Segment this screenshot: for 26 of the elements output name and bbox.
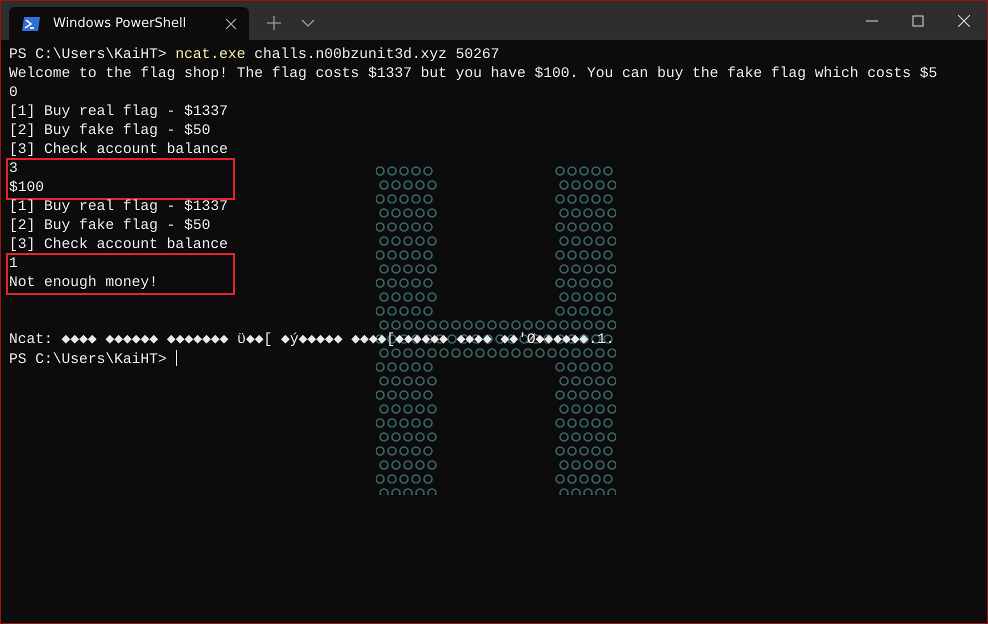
new-tab-icon[interactable] xyxy=(267,16,281,30)
dropdown-icon[interactable] xyxy=(301,19,315,27)
output-line: Ncat: ◆◆◆◆ ◆◆◆◆◆◆ ◆◆◆◆◆◆◆ ϋ◆◆[ ◆ý◆◆◆◆◆ ◆◆◆◆[◆◆◆◆◆◆ ◆◆◆◆ ◆◆'Ø◆◆◆◆◆◆.1. xyxy=(9,332,615,348)
output-line: [1] Buy real flag - $1337 xyxy=(9,199,228,215)
powershell-icon xyxy=(21,16,41,32)
output-line: 0 xyxy=(9,85,18,101)
text-cursor xyxy=(176,350,177,366)
output-line: [1] Buy real flag - $1337 xyxy=(9,104,228,120)
output-line: [2] Buy fake flag - $50 xyxy=(9,218,210,234)
output-line: [3] Check account balance xyxy=(9,237,228,253)
maximize-icon[interactable] xyxy=(912,15,924,27)
terminal-tab[interactable]: Windows PowerShell xyxy=(9,7,249,40)
output-line: Not enough money! xyxy=(9,275,158,291)
output-line: 3 xyxy=(9,161,18,177)
output-line: 1 xyxy=(9,256,18,272)
output-line: [3] Check account balance xyxy=(9,142,228,158)
close-icon[interactable] xyxy=(958,15,970,27)
close-tab-icon[interactable] xyxy=(225,18,237,30)
output-line: Welcome to the flag shop! The flag costs $1337 but you have $100. You can buy the fake flag which costs $5 xyxy=(9,66,938,82)
tab-title: Windows PowerShell xyxy=(53,16,188,31)
output-line: [2] Buy fake flag - $50 xyxy=(9,123,210,139)
output-line: $100 xyxy=(9,180,44,196)
prompt: PS C:\Users\KaiHT> xyxy=(9,47,167,63)
prompt: PS C:\Users\KaiHT> xyxy=(9,352,167,368)
command-name: ncat.exe xyxy=(175,47,246,63)
command-arguments: challs.n00bzunit3d.xyz 50267 xyxy=(254,47,500,63)
